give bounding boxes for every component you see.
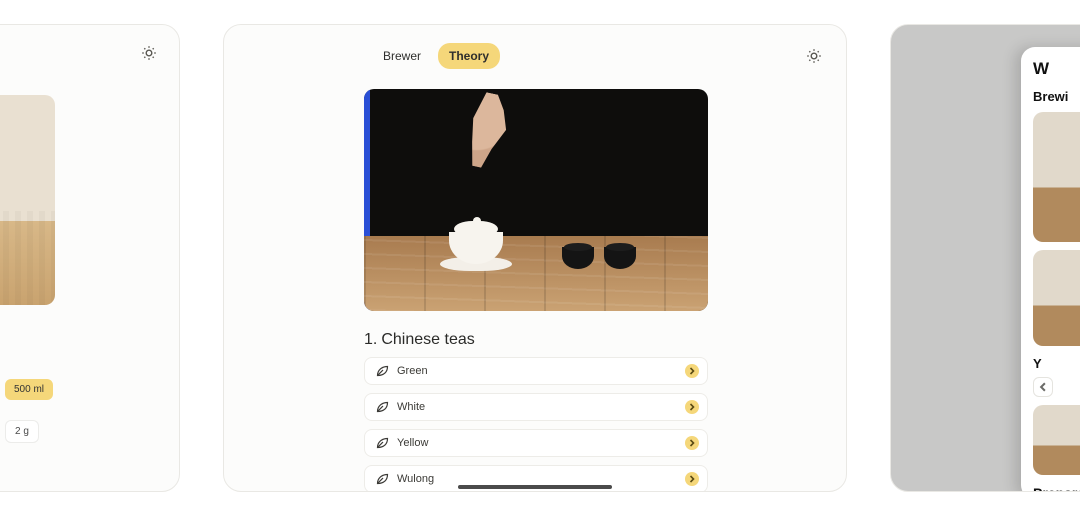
volume-chip[interactable]: 500 ml xyxy=(5,379,53,400)
list-item[interactable]: Green xyxy=(364,357,708,385)
card-article-partial: W Brewi Y Preparat xyxy=(890,24,1080,492)
section-heading: 1.Chinese teas xyxy=(364,331,475,349)
leaf-icon xyxy=(375,400,389,414)
gear-icon[interactable] xyxy=(806,48,826,64)
list-item[interactable]: Yellow xyxy=(364,429,708,457)
list-item-label: Green xyxy=(397,365,428,377)
article-sheet: W Brewi Y Preparat xyxy=(1021,47,1080,492)
article-heading-preparation: Preparat xyxy=(1033,485,1080,492)
section-title-text: Chinese teas xyxy=(381,331,474,348)
scroll-indicator xyxy=(458,485,612,489)
section-number: 1. xyxy=(364,331,377,348)
chevron-right-icon xyxy=(685,364,699,378)
article-thumb[interactable] xyxy=(1033,250,1080,346)
leaf-icon xyxy=(375,436,389,450)
chevron-right-icon xyxy=(685,472,699,486)
tabs: Brewer Theory xyxy=(372,43,500,69)
article-heading-brewing: Brewi xyxy=(1033,89,1080,104)
weight-chip[interactable]: 2 g xyxy=(5,420,39,443)
article-thumb[interactable] xyxy=(1033,112,1080,242)
tea-list: Green White Yellow Wulong xyxy=(364,357,708,492)
list-item-label: Wulong xyxy=(397,473,434,485)
chevron-left-icon[interactable] xyxy=(1033,377,1053,397)
chevron-right-icon xyxy=(685,400,699,414)
list-item[interactable]: White xyxy=(364,393,708,421)
article-heading-y: Y xyxy=(1033,356,1080,371)
article-title: W xyxy=(1033,59,1080,79)
tab-theory[interactable]: Theory xyxy=(438,43,500,69)
leaf-icon xyxy=(375,364,389,378)
card-theory: Brewer Theory 1.Chinese teas Green White xyxy=(223,24,847,492)
tab-brewer[interactable]: Brewer xyxy=(372,43,432,69)
chevron-right-icon xyxy=(685,436,699,450)
hero-image xyxy=(364,89,708,311)
article-thumb[interactable] xyxy=(1033,405,1080,475)
list-item-label: White xyxy=(397,401,425,413)
gear-icon[interactable] xyxy=(141,45,157,61)
brewer-image xyxy=(0,95,55,305)
leaf-icon xyxy=(375,472,389,486)
card-brewer-partial: 500 ml 2 g xyxy=(0,24,180,492)
list-item-label: Yellow xyxy=(397,437,428,449)
